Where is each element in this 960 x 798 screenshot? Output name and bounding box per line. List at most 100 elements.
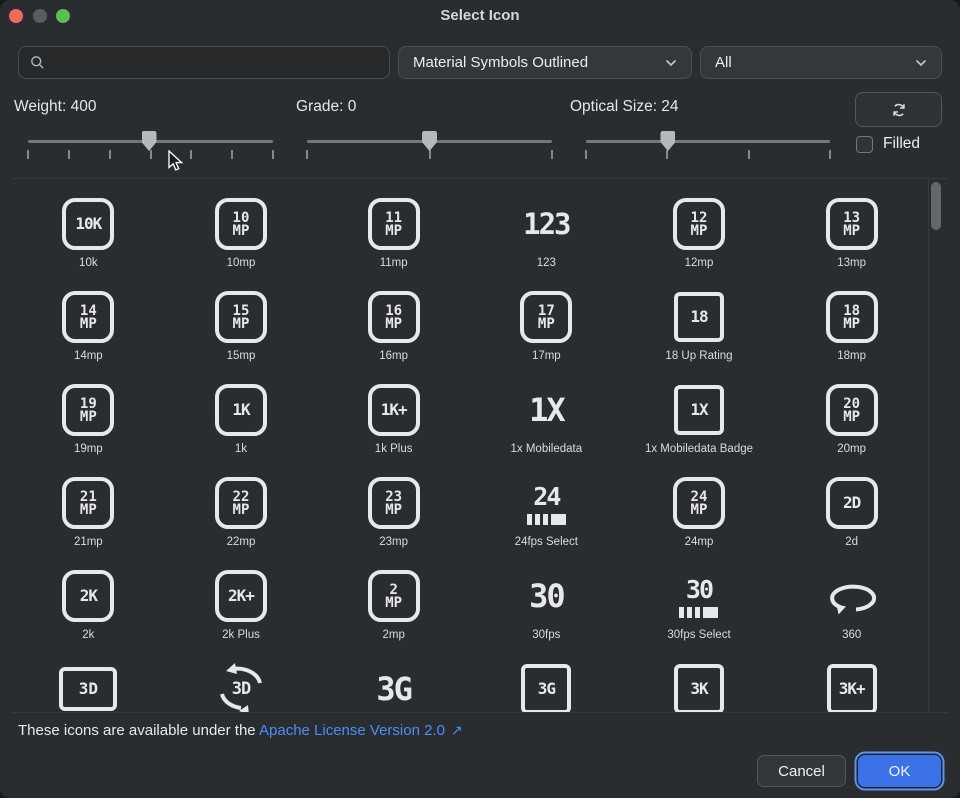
icon-cell[interactable]: 360 [775, 551, 928, 644]
icon-label: 30fps [532, 629, 560, 641]
category-select[interactable]: All [700, 46, 942, 79]
icon-cell[interactable]: 2K2k [12, 551, 165, 644]
19mp-icon: 19MP [62, 379, 114, 441]
reset-button[interactable] [855, 92, 942, 127]
icon-label: 10k [79, 257, 98, 269]
icon-cell[interactable]: 2MP2mp [317, 551, 470, 644]
cancel-button[interactable]: Cancel [757, 755, 846, 787]
icon-cell[interactable]: 12MP12mp [623, 179, 776, 272]
slider-tick [27, 150, 29, 159]
icon-cell[interactable]: 11MP11mp [317, 179, 470, 272]
icon-cell[interactable]: 2K+2k Plus [165, 551, 318, 644]
icon-cell[interactable]: 13MP13mp [775, 179, 928, 272]
icon-label: 12mp [685, 257, 714, 269]
icon-label: 21mp [74, 536, 103, 548]
icon-label: 2mp [382, 629, 404, 641]
icon-cell[interactable]: 14MP14mp [12, 272, 165, 365]
font-select[interactable]: Material Symbols Outlined [398, 46, 692, 79]
slider-tick [585, 150, 587, 159]
icon-grid: 10K10k10MP10mp11MP11mp12312312MP12mp13MP… [12, 179, 928, 712]
slider-thumb[interactable] [422, 131, 437, 151]
apache-license-link[interactable]: Apache License Version 2.0 [259, 722, 445, 739]
icon-label: 2d [845, 536, 858, 548]
icon-cell[interactable]: 1X1x Mobiledata Badge [623, 365, 776, 458]
icon-cell[interactable]: 18MP18mp [775, 272, 928, 365]
icon-cell[interactable]: 3030fps [470, 551, 623, 644]
optical-size-label: Optical Size: 24 [570, 98, 679, 116]
2mp-icon: 2MP [368, 565, 420, 627]
icon-cell[interactable]: 1X1x Mobiledata [470, 365, 623, 458]
14mp-icon: 14MP [62, 286, 114, 348]
icon-cell[interactable]: 24MP24mp [623, 458, 776, 551]
3K+-icon: 3K+ [827, 658, 877, 712]
icon-cell[interactable]: 3D [165, 644, 318, 712]
3K-icon: 3K [674, 658, 724, 712]
icon-cell[interactable]: 10MP10mp [165, 179, 318, 272]
scrollbar-thumb[interactable] [931, 182, 941, 230]
icon-label: 18 Up Rating [665, 350, 732, 362]
icon-cell[interactable]: 17MP17mp [470, 272, 623, 365]
scroll-gutter-divider [928, 179, 929, 712]
icon-cell[interactable]: 20MP20mp [775, 365, 928, 458]
18 Up Rating-icon: 18 [674, 286, 724, 348]
slider-thumb[interactable] [142, 131, 157, 151]
icon-label: 13mp [837, 257, 866, 269]
icon-cell[interactable]: 2424fps Select [470, 458, 623, 551]
icon-cell[interactable]: 21MP 21mp [12, 458, 165, 551]
icon-cell[interactable]: 3D [12, 644, 165, 712]
grid-bottom-divider [12, 712, 948, 713]
15mp-icon: 15MP [215, 286, 267, 348]
icon-cell[interactable]: 10K10k [12, 179, 165, 272]
3G-icon: 3G [376, 658, 411, 712]
icon-label: 1x Mobiledata Badge [645, 443, 753, 455]
icon-label: 24mp [685, 536, 714, 548]
icon-cell[interactable]: 3K+ [775, 644, 928, 712]
filled-checkbox[interactable] [856, 136, 873, 153]
slider-tick [429, 150, 431, 159]
icon-cell[interactable]: 3G [317, 644, 470, 712]
2k-icon: 2K [62, 565, 114, 627]
2k Plus-icon: 2K+ [215, 565, 267, 627]
dialog-title: Select Icon [0, 7, 960, 24]
weight-label: Weight: 400 [14, 98, 96, 116]
icon-cell[interactable]: 18 18 Up Rating [623, 272, 776, 365]
23mp-icon: 23MP [368, 472, 420, 534]
search-icon [29, 54, 46, 71]
21mp-icon: 21MP [62, 472, 114, 534]
slider-tick [748, 150, 750, 159]
icon-label: 23mp [379, 536, 408, 548]
external-link-icon: ↗ [451, 722, 463, 738]
category-select-value: All [715, 54, 915, 71]
license-note: These icons are available under the Apac… [18, 722, 463, 739]
icon-label: 2k [82, 629, 94, 641]
slider-tick [829, 150, 831, 159]
icon-cell[interactable]: 123123 [470, 179, 623, 272]
icon-cell[interactable]: 22MP22mp [165, 458, 318, 551]
icon-cell[interactable]: 15MP15mp [165, 272, 318, 365]
icon-cell[interactable]: 3G [470, 644, 623, 712]
ok-button[interactable]: OK [858, 755, 941, 787]
search-input[interactable] [54, 53, 379, 72]
grade-slider[interactable] [307, 140, 552, 143]
icon-cell[interactable]: 1K1k [165, 365, 318, 458]
icon-label: 1k Plus [375, 443, 413, 455]
icon-cell[interactable]: 19MP19mp [12, 365, 165, 458]
search-input-wrap[interactable] [18, 46, 390, 79]
icon-cell[interactable]: 16MP16mp [317, 272, 470, 365]
icon-label: 20mp [837, 443, 866, 455]
icon-cell[interactable]: 1K+1k Plus [317, 365, 470, 458]
icon-label: 24fps Select [515, 536, 578, 548]
22mp-icon: 22MP [215, 472, 267, 534]
icon-cell[interactable]: 3K [623, 644, 776, 712]
icon-label: 18mp [837, 350, 866, 362]
icon-label: 1x Mobiledata [511, 443, 583, 455]
icon-cell[interactable]: 2D2d [775, 458, 928, 551]
icon-cell[interactable]: 23MP 23mp [317, 458, 470, 551]
weight-slider[interactable] [28, 140, 273, 143]
icon-cell[interactable]: 3030fps Select [623, 551, 776, 644]
2d-icon: 2D [826, 472, 878, 534]
slider-tick [306, 150, 308, 159]
slider-thumb[interactable] [660, 131, 675, 151]
11mp-icon: 11MP [368, 193, 420, 255]
optical-size-slider[interactable] [586, 140, 830, 143]
